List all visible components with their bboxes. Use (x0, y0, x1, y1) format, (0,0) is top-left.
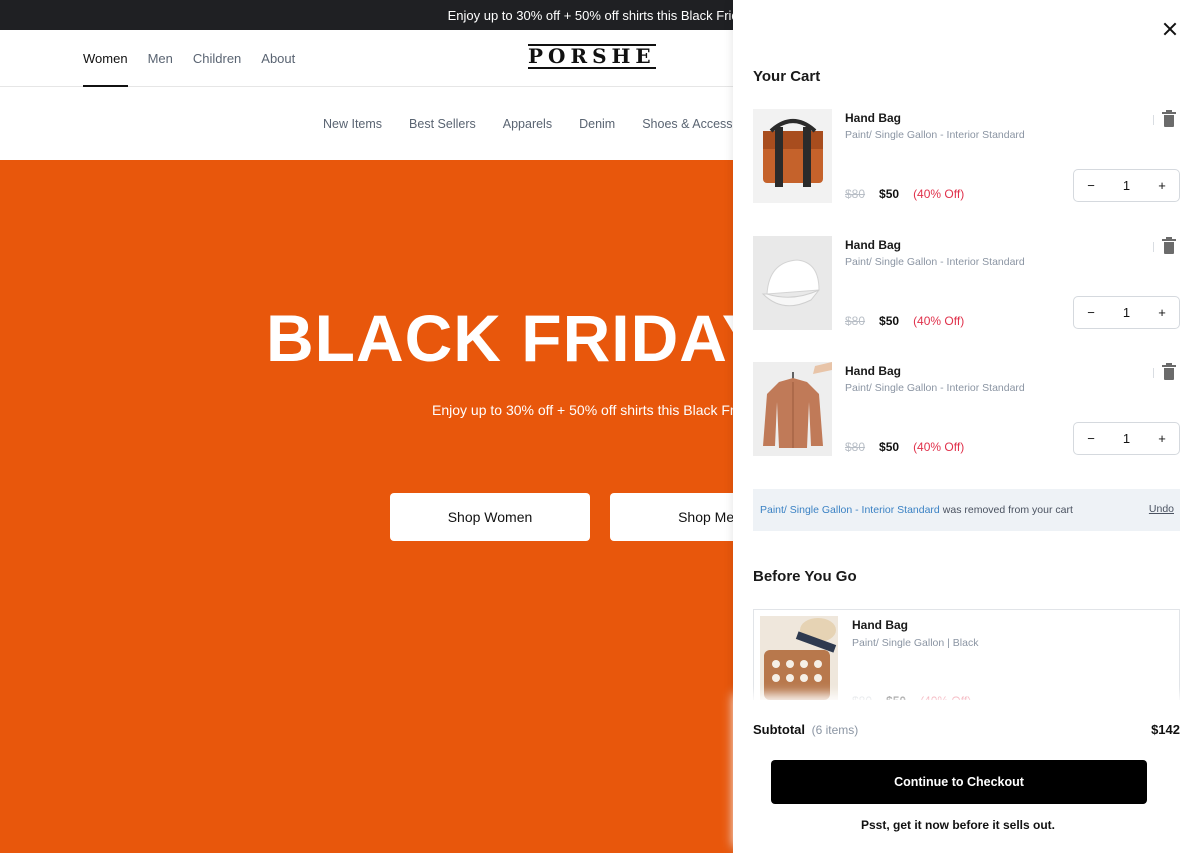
removed-notice: Paint/ Single Gallon - Interior Standard… (753, 489, 1180, 531)
item-description: Paint/ Single Gallon - Interior Standard (845, 382, 1025, 394)
price: $50 (879, 187, 900, 201)
discount: (40% Off) (913, 440, 965, 454)
item-name: Hand Bag (852, 618, 909, 632)
discount: (40% Off) (913, 187, 965, 201)
removed-item-link[interactable]: Paint/ Single Gallon - Interior Standard (760, 504, 940, 516)
subnav-denim[interactable]: Denim (579, 87, 615, 160)
item-description: Paint/ Single Gallon - Interior Standard (845, 256, 1025, 268)
nav-link-men[interactable]: Men (148, 30, 173, 87)
checkout-button[interactable]: Continue to Checkout (771, 760, 1147, 804)
urgency-text: Psst, get it now before it sells out. (860, 818, 1056, 832)
undo-link[interactable]: Undo (1149, 503, 1174, 515)
item-description: Paint/ Single Gallon - Interior Standard (845, 129, 1025, 141)
subnav-new-items[interactable]: New Items (323, 87, 382, 160)
subnav-best-sellers[interactable]: Best Sellers (409, 87, 476, 160)
discount: (40% Off) (913, 314, 965, 328)
decrease-button[interactable]: − (1084, 178, 1098, 193)
nav-link-about[interactable]: About (261, 30, 295, 87)
subtotal-label: Subtotal (6 items) (753, 722, 858, 737)
quantity-stepper: − 1 + (1073, 422, 1180, 455)
jacket-icon[interactable] (753, 362, 832, 456)
old-price: $80 (845, 440, 866, 454)
increase-button[interactable]: + (1155, 178, 1169, 193)
bag-icon[interactable] (753, 109, 832, 203)
recommended-item[interactable]: Hand Bag Paint/ Single Gallon | Black $8… (753, 609, 1180, 709)
trash-icon[interactable] (1162, 363, 1176, 380)
increase-button[interactable]: + (1155, 431, 1169, 446)
item-name: Hand Bag (845, 111, 902, 125)
divider (1153, 115, 1154, 125)
price-row: $80 $50 (40% Off) (845, 187, 964, 201)
decrease-button[interactable]: − (1084, 431, 1098, 446)
shop-women-button[interactable]: Shop Women (390, 493, 590, 541)
cart-item: Hand Bag Paint/ Single Gallon - Interior… (753, 362, 1180, 456)
subtotal-value: $142 (1151, 722, 1180, 737)
decrease-button[interactable]: − (1084, 305, 1098, 320)
price-row: $80 $50 (40% Off) (845, 314, 964, 328)
item-name: Hand Bag (845, 238, 902, 252)
price: $50 (879, 314, 900, 328)
removed-notice-text: was removed from your cart (942, 504, 1073, 516)
price: $50 (879, 440, 900, 454)
cap-icon[interactable] (753, 236, 832, 330)
price-row: $80 $50 (40% Off) (845, 440, 964, 454)
quantity-value: 1 (1122, 431, 1131, 446)
quantity-stepper: − 1 + (1073, 296, 1180, 329)
announcement-text: Enjoy up to 30% off + 50% off shirts thi… (447, 7, 753, 23)
subnav-apparels[interactable]: Apparels (503, 87, 552, 160)
item-name: Hand Bag (845, 364, 902, 378)
hero-title: BLACK FRIDAY (266, 301, 767, 375)
subtotal-text: Subtotal (753, 722, 805, 737)
nav-link-children[interactable]: Children (193, 30, 241, 87)
before-you-go-title: Before You Go (753, 568, 857, 585)
quantity-value: 1 (1122, 305, 1131, 320)
cart-drawer: Your Cart Hand Bag Paint/ Single Gallon … (733, 0, 1200, 853)
cart-footer: Subtotal (6 items) $142 Continue to Chec… (733, 700, 1200, 853)
cart-item: Hand Bag Paint/ Single Gallon - Interior… (753, 236, 1180, 330)
divider (1153, 368, 1154, 378)
subtotal-count: (6 items) (811, 723, 859, 737)
old-price: $80 (845, 187, 866, 201)
brand-logo[interactable]: PORSHE (528, 44, 656, 69)
nav-link-women[interactable]: Women (83, 30, 128, 87)
item-description: Paint/ Single Gallon | Black (852, 637, 979, 649)
cart-item: Hand Bag Paint/ Single Gallon - Interior… (753, 109, 1180, 203)
divider (1153, 242, 1154, 252)
quantity-value: 1 (1122, 178, 1131, 193)
quantity-stepper: − 1 + (1073, 169, 1180, 202)
bag-icon (760, 616, 838, 708)
hero-subtitle: Enjoy up to 30% off + 50% off shirts thi… (432, 402, 761, 418)
cart-title: Your Cart (753, 68, 821, 85)
trash-icon[interactable] (1162, 110, 1176, 127)
trash-icon[interactable] (1162, 237, 1176, 254)
increase-button[interactable]: + (1155, 305, 1169, 320)
old-price: $80 (845, 314, 866, 328)
close-icon[interactable] (1160, 19, 1180, 39)
